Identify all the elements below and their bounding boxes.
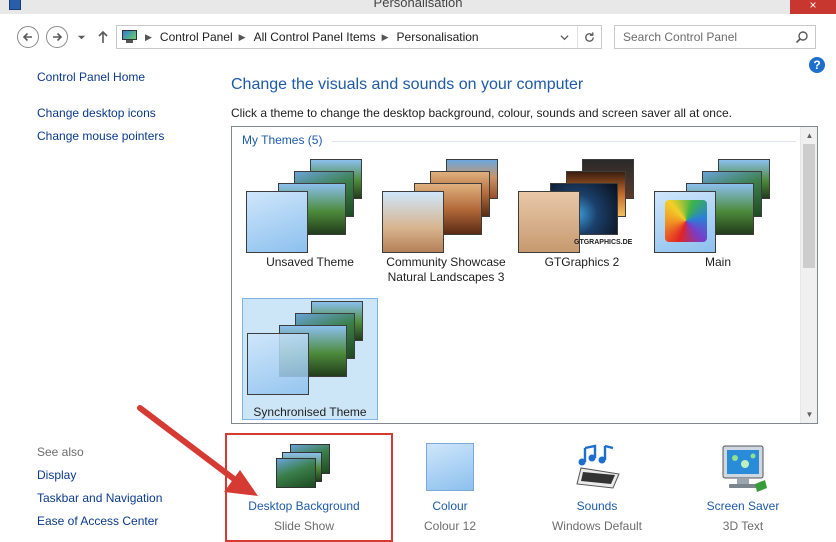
theme-preview <box>378 157 514 253</box>
theme-preview <box>242 157 378 253</box>
up-arrow-icon <box>98 30 108 43</box>
theme-synchronised[interactable]: Synchronised Theme <box>242 298 378 420</box>
close-icon: × <box>809 0 817 12</box>
screen-saver-icon <box>722 445 767 492</box>
search-box[interactable] <box>614 25 816 49</box>
search-input[interactable] <box>623 27 793 47</box>
back-button[interactable] <box>17 26 39 48</box>
theme-name: Community Showcase Natural Landscapes 3 <box>378 255 514 285</box>
close-button[interactable]: × <box>790 0 836 14</box>
control-panel-icon <box>121 30 139 44</box>
address-dropdown-button[interactable] <box>557 29 571 45</box>
colour-item[interactable]: Colour Colour 12 <box>375 440 525 536</box>
forward-button[interactable] <box>46 26 68 48</box>
theme-gtgraphics-2[interactable]: GTGRAPHICS.DE GTGraphics 2 <box>514 157 650 279</box>
chevron-down-icon <box>559 34 569 40</box>
breadcrumb-personalisation[interactable]: Personalisation <box>397 30 479 44</box>
taskbar-navigation-link[interactable]: Taskbar and Navigation <box>37 491 162 505</box>
colour-value: Colour 12 <box>423 519 477 533</box>
theme-name-line-1: Community Showcase <box>386 255 506 269</box>
change-desktop-icons-link[interactable]: Change desktop icons <box>37 106 156 120</box>
theme-list: My Themes (5) Unsaved Theme Community Sh… <box>231 126 818 424</box>
address-bar[interactable]: ▶ Control Panel ▶ All Control Panel Item… <box>116 25 602 49</box>
breadcrumb-all-items[interactable]: All Control Panel Items <box>254 30 376 44</box>
navigation-bar: ▶ Control Panel ▶ All Control Panel Item… <box>0 14 836 58</box>
sounds-link[interactable]: Sounds <box>522 499 672 513</box>
screen-saver-item[interactable]: Screen Saver 3D Text <box>668 440 818 536</box>
colour-fan-icon <box>654 191 716 253</box>
theme-community-showcase[interactable]: Community Showcase Natural Landscapes 3 <box>378 157 514 284</box>
forward-arrow-icon <box>53 32 63 42</box>
sounds-icon <box>576 444 620 489</box>
ease-of-access-link[interactable]: Ease of Access Center <box>37 514 158 528</box>
scroll-up-button[interactable]: ▲ <box>801 127 817 144</box>
breadcrumb-separator-icon[interactable]: ▶ <box>382 32 389 43</box>
window-title: Personalisation <box>373 0 463 10</box>
page-description: Click a theme to change the desktop back… <box>231 106 732 120</box>
annotation-highlight-box <box>225 433 393 542</box>
change-mouse-pointers-link[interactable]: Change mouse pointers <box>37 129 164 143</box>
refresh-icon <box>585 31 594 42</box>
theme-unsaved[interactable]: Unsaved Theme <box>242 157 378 279</box>
theme-name: GTGraphics 2 <box>544 255 620 269</box>
theme-preview: GTGRAPHICS.DE <box>514 157 650 253</box>
theme-name: Synchronised Theme <box>253 405 367 419</box>
scroll-thumb[interactable] <box>803 144 815 268</box>
theme-main[interactable]: Main <box>650 157 786 279</box>
title-bar: Personalisation × <box>0 0 836 14</box>
search-icon[interactable] <box>795 30 809 44</box>
up-button[interactable] <box>96 28 110 46</box>
screen-saver-value: 3D Text <box>722 519 764 533</box>
breadcrumb-separator-icon[interactable]: ▶ <box>145 32 152 43</box>
refresh-button[interactable] <box>577 26 601 48</box>
screen-saver-link[interactable]: Screen Saver <box>668 499 818 513</box>
back-arrow-icon <box>22 32 32 42</box>
chevron-down-icon <box>77 35 85 39</box>
group-divider <box>332 141 796 142</box>
help-icon[interactable]: ? <box>809 57 825 73</box>
theme-name-line-2: Natural Landscapes 3 <box>387 270 505 284</box>
theme-preview <box>650 157 786 253</box>
display-link[interactable]: Display <box>37 468 76 482</box>
sounds-value: Windows Default <box>551 519 643 533</box>
theme-preview <box>243 299 379 395</box>
breadcrumb-control-panel[interactable]: Control Panel <box>160 30 233 44</box>
sounds-item[interactable]: Sounds Windows Default <box>522 440 672 536</box>
control-panel-home-link[interactable]: Control Panel Home <box>37 70 145 84</box>
recent-locations-button[interactable] <box>74 28 88 46</box>
see-also-label: See also <box>37 445 84 459</box>
theme-name: Main <box>704 255 731 269</box>
breadcrumb-separator-icon[interactable]: ▶ <box>239 32 246 43</box>
colour-link[interactable]: Colour <box>375 499 525 513</box>
scroll-down-button[interactable]: ▼ <box>801 406 817 423</box>
theme-list-scrollbar[interactable]: ▲ ▼ <box>800 127 817 423</box>
colour-swatch-icon <box>426 443 474 491</box>
my-themes-group-label[interactable]: My Themes (5) <box>242 133 322 147</box>
theme-name: Unsaved Theme <box>266 255 354 269</box>
gtgraphics-logo: GTGRAPHICS.DE <box>574 239 633 246</box>
page-title: Change the visuals and sounds on your co… <box>231 76 584 93</box>
